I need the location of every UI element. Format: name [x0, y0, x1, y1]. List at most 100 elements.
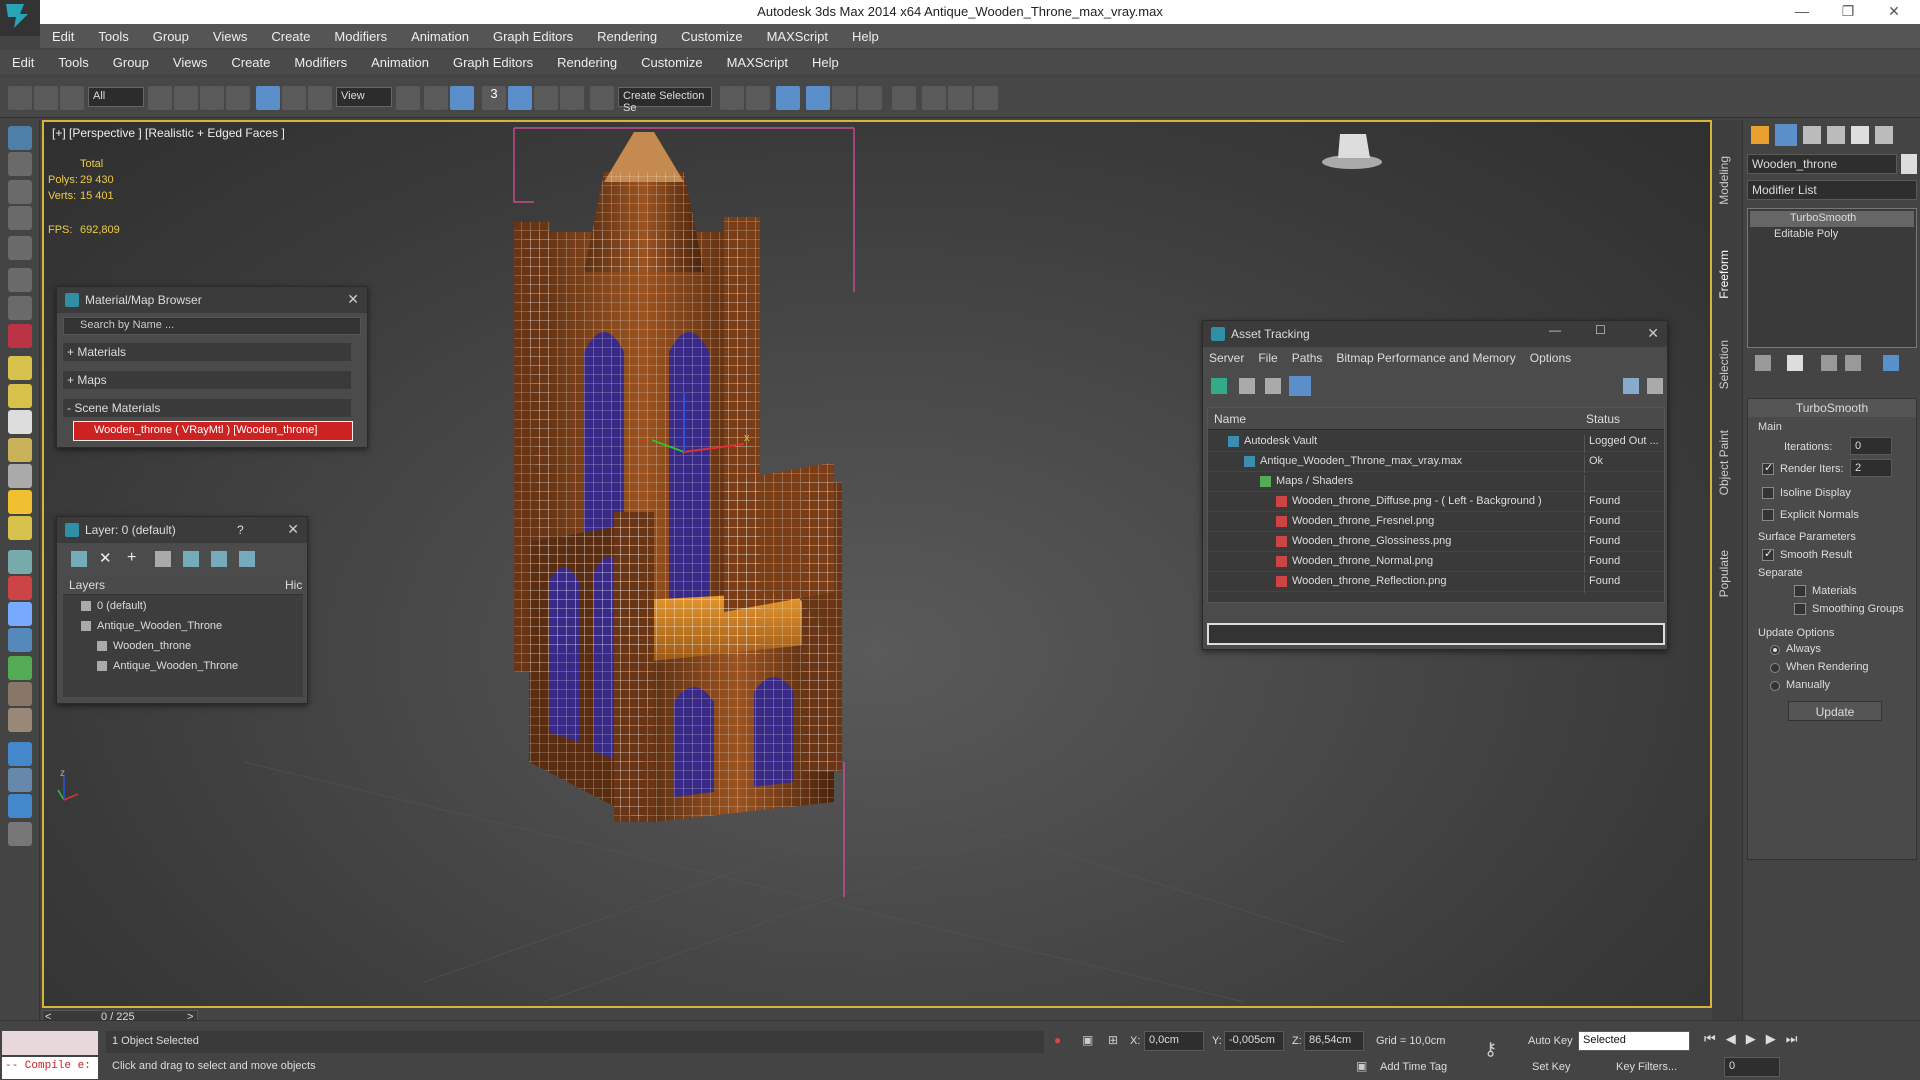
particles-icon[interactable] — [8, 550, 32, 574]
menu2-rendering[interactable]: Rendering — [545, 55, 629, 70]
object-name-field[interactable]: Wooden_throne — [1747, 154, 1897, 174]
browser-close-icon[interactable]: ✕ — [347, 291, 359, 308]
hide-column-header[interactable]: Hic — [285, 578, 302, 592]
systems-icon[interactable] — [8, 324, 32, 348]
menu-animation[interactable]: Animation — [399, 29, 481, 44]
make-unique-icon[interactable] — [1821, 355, 1837, 371]
curve-editor-icon[interactable] — [832, 86, 856, 110]
plane-icon[interactable] — [8, 356, 32, 380]
key-mode-dropdown[interactable]: Selected — [1578, 1031, 1690, 1051]
menu-views[interactable]: Views — [201, 29, 259, 44]
stack-item-editable-poly[interactable]: Editable Poly — [1750, 227, 1914, 243]
key-filters-button[interactable]: Key Filters... — [1616, 1061, 1677, 1073]
schematic-view-icon[interactable] — [858, 86, 882, 110]
asset-name-header[interactable]: Name — [1214, 412, 1246, 426]
tab-modeling[interactable]: Modeling — [1717, 156, 1731, 205]
selection-filter-dropdown[interactable]: All — [88, 87, 144, 107]
named-selection-dropdown[interactable]: Create Selection Se — [618, 87, 712, 114]
rotate-icon[interactable] — [282, 86, 306, 110]
freeze-all-icon[interactable] — [239, 551, 255, 567]
asset-row[interactable]: Wooden_throne_Reflection.png Found — [1208, 572, 1664, 593]
maxscript-listener[interactable] — [2, 1031, 98, 1055]
menu2-create[interactable]: Create — [219, 55, 282, 70]
layer-close-icon[interactable]: ✕ — [287, 521, 299, 538]
current-frame-field[interactable]: 0 — [1724, 1057, 1780, 1077]
auto-key-button[interactable]: Auto Key — [1528, 1035, 1573, 1047]
material-sphere-icon[interactable] — [8, 742, 32, 766]
pivot-center-icon[interactable] — [396, 86, 420, 110]
menu-group[interactable]: Group — [141, 29, 201, 44]
manipulate-icon[interactable] — [424, 86, 448, 110]
layer-row[interactable]: Antique_Wooden_Throne — [63, 657, 303, 677]
asset-status-header[interactable]: Status — [1586, 412, 1620, 426]
helper-icon[interactable] — [8, 268, 32, 292]
menu2-tools[interactable]: Tools — [46, 55, 100, 70]
browser-search-input[interactable]: Search by Name ... — [63, 317, 361, 335]
menu2-graph-editors[interactable]: Graph Editors — [441, 55, 545, 70]
menu2-help[interactable]: Help — [800, 55, 851, 70]
play-icon[interactable]: ▶ — [1746, 1031, 1756, 1051]
menu2-maxscript[interactable]: MAXScript — [715, 55, 800, 70]
y-coordinate-field[interactable]: -0,005cm — [1224, 1031, 1284, 1051]
render-frame-icon[interactable] — [948, 86, 972, 110]
menu2-modifiers[interactable]: Modifiers — [282, 55, 359, 70]
menu-maxscript[interactable]: MAXScript — [755, 29, 840, 44]
update-rendering-radio[interactable] — [1770, 663, 1780, 673]
motion-tab-icon[interactable] — [1827, 126, 1845, 144]
scene-material-item[interactable]: Wooden_throne ( VRayMtl ) [Wooden_throne… — [73, 421, 353, 441]
viewport-icon[interactable] — [8, 126, 32, 150]
torus-icon[interactable] — [8, 516, 32, 540]
foliage-icon[interactable] — [8, 656, 32, 680]
set-key-button[interactable]: Set Key — [1532, 1061, 1571, 1073]
delete-layer-icon[interactable]: ✕ — [99, 549, 112, 567]
create-tab-icon[interactable] — [1751, 126, 1769, 144]
rollout-title[interactable]: TurboSmooth — [1748, 399, 1916, 417]
tab-freeform[interactable]: Freeform — [1717, 250, 1731, 299]
dome-icon[interactable] — [8, 384, 32, 408]
goto-start-icon[interactable]: ⏮ — [1704, 1031, 1716, 1051]
spinner-snap-icon[interactable] — [560, 86, 584, 110]
update-button[interactable]: Update — [1788, 701, 1882, 721]
menu-customize[interactable]: Customize — [669, 29, 754, 44]
maximize-button[interactable]: ❐ — [1826, 0, 1870, 24]
menu2-animation[interactable]: Animation — [359, 55, 441, 70]
maxscript-input[interactable]: -- Compile e: — [2, 1057, 98, 1079]
z-coordinate-field[interactable]: 86,54cm — [1304, 1031, 1364, 1051]
table-view-icon[interactable] — [1289, 376, 1311, 396]
tab-selection[interactable]: Selection — [1717, 340, 1731, 389]
prev-frame-icon[interactable]: ◀ — [1726, 1031, 1736, 1051]
menu-graph-editors[interactable]: Graph Editors — [481, 29, 585, 44]
angle-snap-icon[interactable] — [508, 86, 532, 110]
asset-path-field[interactable] — [1207, 623, 1665, 645]
hide-all-icon[interactable] — [211, 551, 227, 567]
asset-row[interactable]: Wooden_throne_Diffuse.png - ( Left - Bac… — [1208, 492, 1664, 513]
asset-row[interactable]: Autodesk Vault Logged Out ... — [1208, 432, 1664, 453]
asset-min-button[interactable]: — — [1549, 323, 1561, 337]
add-to-layer-icon[interactable]: + — [127, 549, 136, 567]
asset-row[interactable]: Antique_Wooden_Throne_max_vray.max Ok — [1208, 452, 1664, 473]
detail-view-icon[interactable] — [1265, 378, 1281, 394]
material-editor-icon[interactable] — [892, 86, 916, 110]
menu2-group[interactable]: Group — [101, 55, 161, 70]
isolate-icon[interactable]: ● — [1054, 1033, 1061, 1047]
separate-materials-checkbox[interactable] — [1794, 585, 1806, 597]
asset-row[interactable]: Wooden_throne_Normal.png Found — [1208, 552, 1664, 573]
render-iters-checkbox[interactable] — [1762, 461, 1774, 475]
pin-stack-icon[interactable] — [1755, 355, 1771, 371]
asset-row[interactable]: Wooden_throne_Fresnel.png Found — [1208, 512, 1664, 533]
minimize-button[interactable]: — — [1780, 0, 1824, 24]
layer-row[interactable]: 0 (default) — [63, 597, 303, 617]
explicit-normals-checkbox[interactable] — [1762, 509, 1774, 521]
move-icon[interactable] — [256, 86, 280, 110]
browser-group-scene-materials[interactable]: - Scene Materials — [63, 399, 351, 417]
update-always-radio[interactable] — [1770, 645, 1780, 655]
asset-menu-options[interactable]: Options — [1530, 351, 1571, 365]
stack-item-turbosmooth[interactable]: TurboSmooth — [1750, 211, 1914, 227]
reference-coordinate-dropdown[interactable]: View — [336, 87, 392, 107]
sphere-icon[interactable] — [8, 410, 32, 434]
smooth-result-checkbox[interactable] — [1762, 547, 1774, 561]
list-view-icon[interactable] — [1239, 378, 1255, 394]
goto-end-icon[interactable]: ⏭ — [1786, 1031, 1798, 1051]
window-crossing-icon[interactable] — [226, 86, 250, 110]
layer-help-icon[interactable]: ? — [237, 523, 244, 537]
